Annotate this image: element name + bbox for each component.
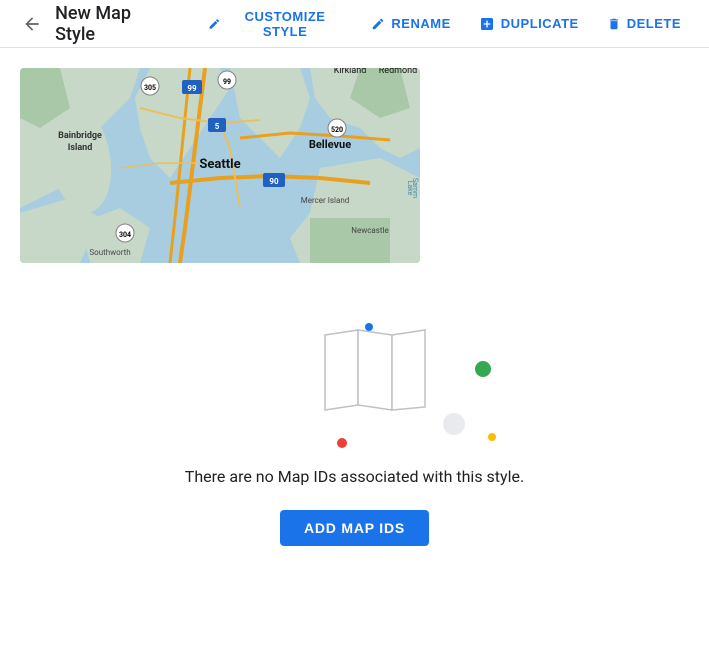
empty-state: There are no Map IDs associated with thi…: [20, 303, 689, 546]
rename-icon: [371, 17, 385, 31]
page-title: New Map Style: [55, 3, 172, 45]
map-preview: 5 99 99 305 304 90 520 Bainbridge Island…: [20, 68, 420, 263]
customize-style-label: CUSTOMIZE STYLE: [227, 9, 344, 39]
customize-style-button[interactable]: CUSTOMIZE STYLE: [196, 3, 355, 45]
map-icon-container: [275, 303, 435, 443]
svg-text:Mercer Island: Mercer Island: [301, 196, 350, 205]
back-button[interactable]: [16, 8, 47, 40]
dot-green: [475, 361, 491, 377]
duplicate-icon: [479, 16, 495, 32]
svg-text:5: 5: [215, 122, 220, 131]
svg-text:305: 305: [144, 84, 156, 92]
folded-map-icon: [320, 325, 430, 420]
add-map-ids-button[interactable]: ADD MAP IDS: [280, 510, 429, 546]
pencil-ruler-icon: [208, 17, 221, 31]
svg-text:Newcastle: Newcastle: [351, 226, 388, 235]
svg-text:99: 99: [187, 84, 197, 93]
svg-text:Bainbridge: Bainbridge: [58, 131, 102, 141]
dot-gray-large: [443, 413, 465, 435]
header-actions: CUSTOMIZE STYLE RENAME DUPLICATE DELETE: [196, 3, 693, 45]
svg-text:90: 90: [269, 177, 279, 186]
svg-text:520: 520: [331, 126, 343, 134]
rename-label: RENAME: [391, 16, 450, 31]
main-content: 5 99 99 305 304 90 520 Bainbridge Island…: [0, 48, 709, 566]
delete-label: DELETE: [627, 16, 681, 31]
dot-yellow: [488, 433, 496, 441]
header: New Map Style CUSTOMIZE STYLE RENAME DUP…: [0, 0, 709, 48]
svg-text:Seattle: Seattle: [199, 157, 240, 172]
svg-text:Island: Island: [68, 143, 93, 153]
svg-text:Bellevue: Bellevue: [309, 138, 351, 151]
map-image: 5 99 99 305 304 90 520 Bainbridge Island…: [20, 68, 420, 263]
svg-text:99: 99: [223, 78, 231, 86]
svg-text:Kirkland: Kirkland: [334, 68, 367, 76]
rename-button[interactable]: RENAME: [359, 10, 462, 37]
svg-text:Southworth: Southworth: [89, 248, 130, 257]
empty-state-text: There are no Map IDs associated with thi…: [185, 467, 524, 486]
dot-red: [337, 438, 347, 448]
svg-text:Samm: Samm: [411, 178, 419, 198]
svg-text:Redmond: Redmond: [379, 68, 417, 76]
delete-button[interactable]: DELETE: [595, 10, 693, 37]
duplicate-button[interactable]: DUPLICATE: [467, 10, 591, 38]
svg-text:304: 304: [119, 231, 131, 239]
duplicate-label: DUPLICATE: [501, 16, 579, 31]
delete-icon: [607, 17, 621, 31]
